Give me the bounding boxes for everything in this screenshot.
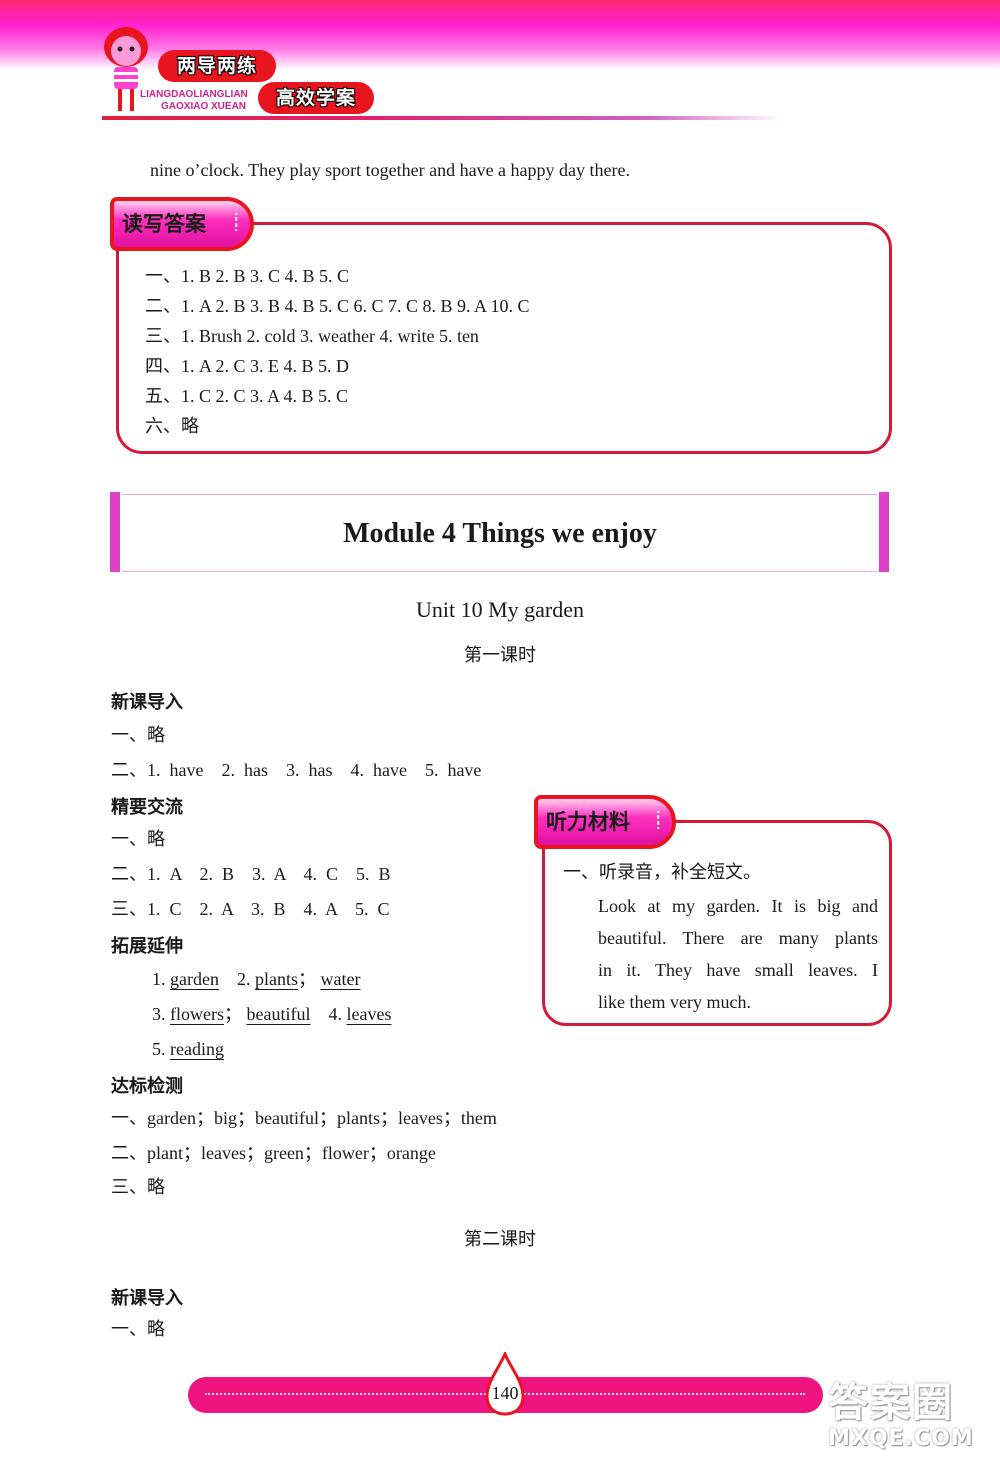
series-title: 高效学案 xyxy=(258,82,374,114)
tuozhan-row-3: 5. reading xyxy=(152,1038,224,1060)
dots-icon: ::: xyxy=(234,209,239,234)
answer-word: reading xyxy=(170,1039,224,1059)
lesson2-heading: 新课导入 xyxy=(111,1288,183,1309)
item-number: 2. xyxy=(236,969,251,989)
lesson-2-title: 第二课时 xyxy=(464,1229,536,1250)
jingyao-line-2: 二、1. A 2. B 3. A 4. C 5. B xyxy=(111,864,391,884)
listening-label-text: 听力材料 xyxy=(546,810,630,834)
tuozhan-heading: 拓展延伸 xyxy=(111,936,183,957)
rw-line-6: 六、略 xyxy=(145,416,199,436)
dabiao-line-2: 二、plant；leaves；green；flower；orange xyxy=(111,1143,436,1163)
passage-line-1: Look at my garden. It is big and xyxy=(598,896,878,916)
answer-word: garden xyxy=(170,969,219,989)
lesson2-line-1: 一、略 xyxy=(111,1319,165,1339)
watermark: 答案圈 MXQE.COM xyxy=(828,1370,974,1451)
item-number: 3. xyxy=(152,1004,166,1024)
passage-line-2: beautiful. There are many plants xyxy=(598,928,878,948)
tuozhan-row-1: 1. garden 2. plants； water xyxy=(152,969,361,989)
page-number: 140 xyxy=(491,1383,519,1403)
xinke-heading: 新课导入 xyxy=(111,692,183,713)
passage-line-4: like them very much. xyxy=(598,992,751,1012)
dabiao-line-1: 一、garden；big；beautiful；plants；leaves；the… xyxy=(111,1108,497,1128)
brand-pinyin-1: LIANGDAOLIANGLIAN xyxy=(140,89,248,100)
dots-icon: ::: xyxy=(656,807,661,832)
unit-title: Unit 10 My garden xyxy=(415,597,585,622)
reading-writing-label: 读写答案 ::: xyxy=(110,197,254,251)
module-title: Module 4 Things we enjoy xyxy=(343,518,657,549)
listening-instruction: 一、听录音，补全短文。 xyxy=(563,862,761,883)
rw-line-2: 二、1. A 2. B 3. B 4. B 5. C 6. C 7. C 8. … xyxy=(145,296,530,316)
answer-word: beautiful xyxy=(246,1004,311,1024)
rw-line-1: 一、1. B 2. B 3. C 4. B 5. C xyxy=(145,266,350,286)
reading-writing-label-text: 读写答案 xyxy=(122,212,206,236)
jingyao-line-3: 三、1. C 2. A 3. B 4. A 5. C xyxy=(111,899,390,919)
dabiao-line-3: 三、略 xyxy=(111,1177,165,1197)
listening-label: 听力材料 ::: xyxy=(534,795,676,849)
answer-word: plants xyxy=(254,969,298,989)
intro-line: nine o’clock. They play sport together a… xyxy=(150,160,630,180)
brand-title: 两导两练 xyxy=(158,50,276,82)
watermark-url: MXQE.COM xyxy=(828,1426,974,1451)
answer-word: flowers xyxy=(170,1004,224,1024)
item-number: 5. xyxy=(152,1039,166,1059)
xinke-line-1: 一、略 xyxy=(111,725,165,745)
answer-word: water xyxy=(320,969,361,989)
header-divider xyxy=(102,116,782,120)
tuozhan-row-2: 3. flowers； beautiful 4. leaves xyxy=(152,1004,392,1024)
lesson-1-title: 第一课时 xyxy=(464,645,536,666)
item-number: 1. xyxy=(152,969,166,989)
passage-line-3: in it. They have small leaves. I xyxy=(598,960,878,980)
module-line-top xyxy=(122,494,877,495)
rw-line-5: 五、1. C 2. C 3. A 4. B 5. C xyxy=(145,386,349,406)
xinke-line-2: 二、1. have 2. has 3. has 4. have 5. have xyxy=(111,760,482,780)
mascot-girl-icon xyxy=(104,27,148,111)
rw-line-4: 四、1. A 2. C 3. E 4. B 5. D xyxy=(145,356,350,376)
module-line-bottom xyxy=(122,571,877,572)
jingyao-heading: 精要交流 xyxy=(111,797,183,818)
answer-word: leaves xyxy=(346,1004,392,1024)
item-number: 4. xyxy=(328,1004,342,1024)
jingyao-line-1: 一、略 xyxy=(111,829,165,849)
brand-pinyin-2: GAOXIAO XUEAN xyxy=(161,101,247,112)
watermark-logo: 答案圈 xyxy=(828,1380,954,1426)
dabiao-heading: 达标检测 xyxy=(111,1076,183,1097)
rw-line-3: 三、1. Brush 2. cold 3. weather 4. write 5… xyxy=(145,326,479,346)
